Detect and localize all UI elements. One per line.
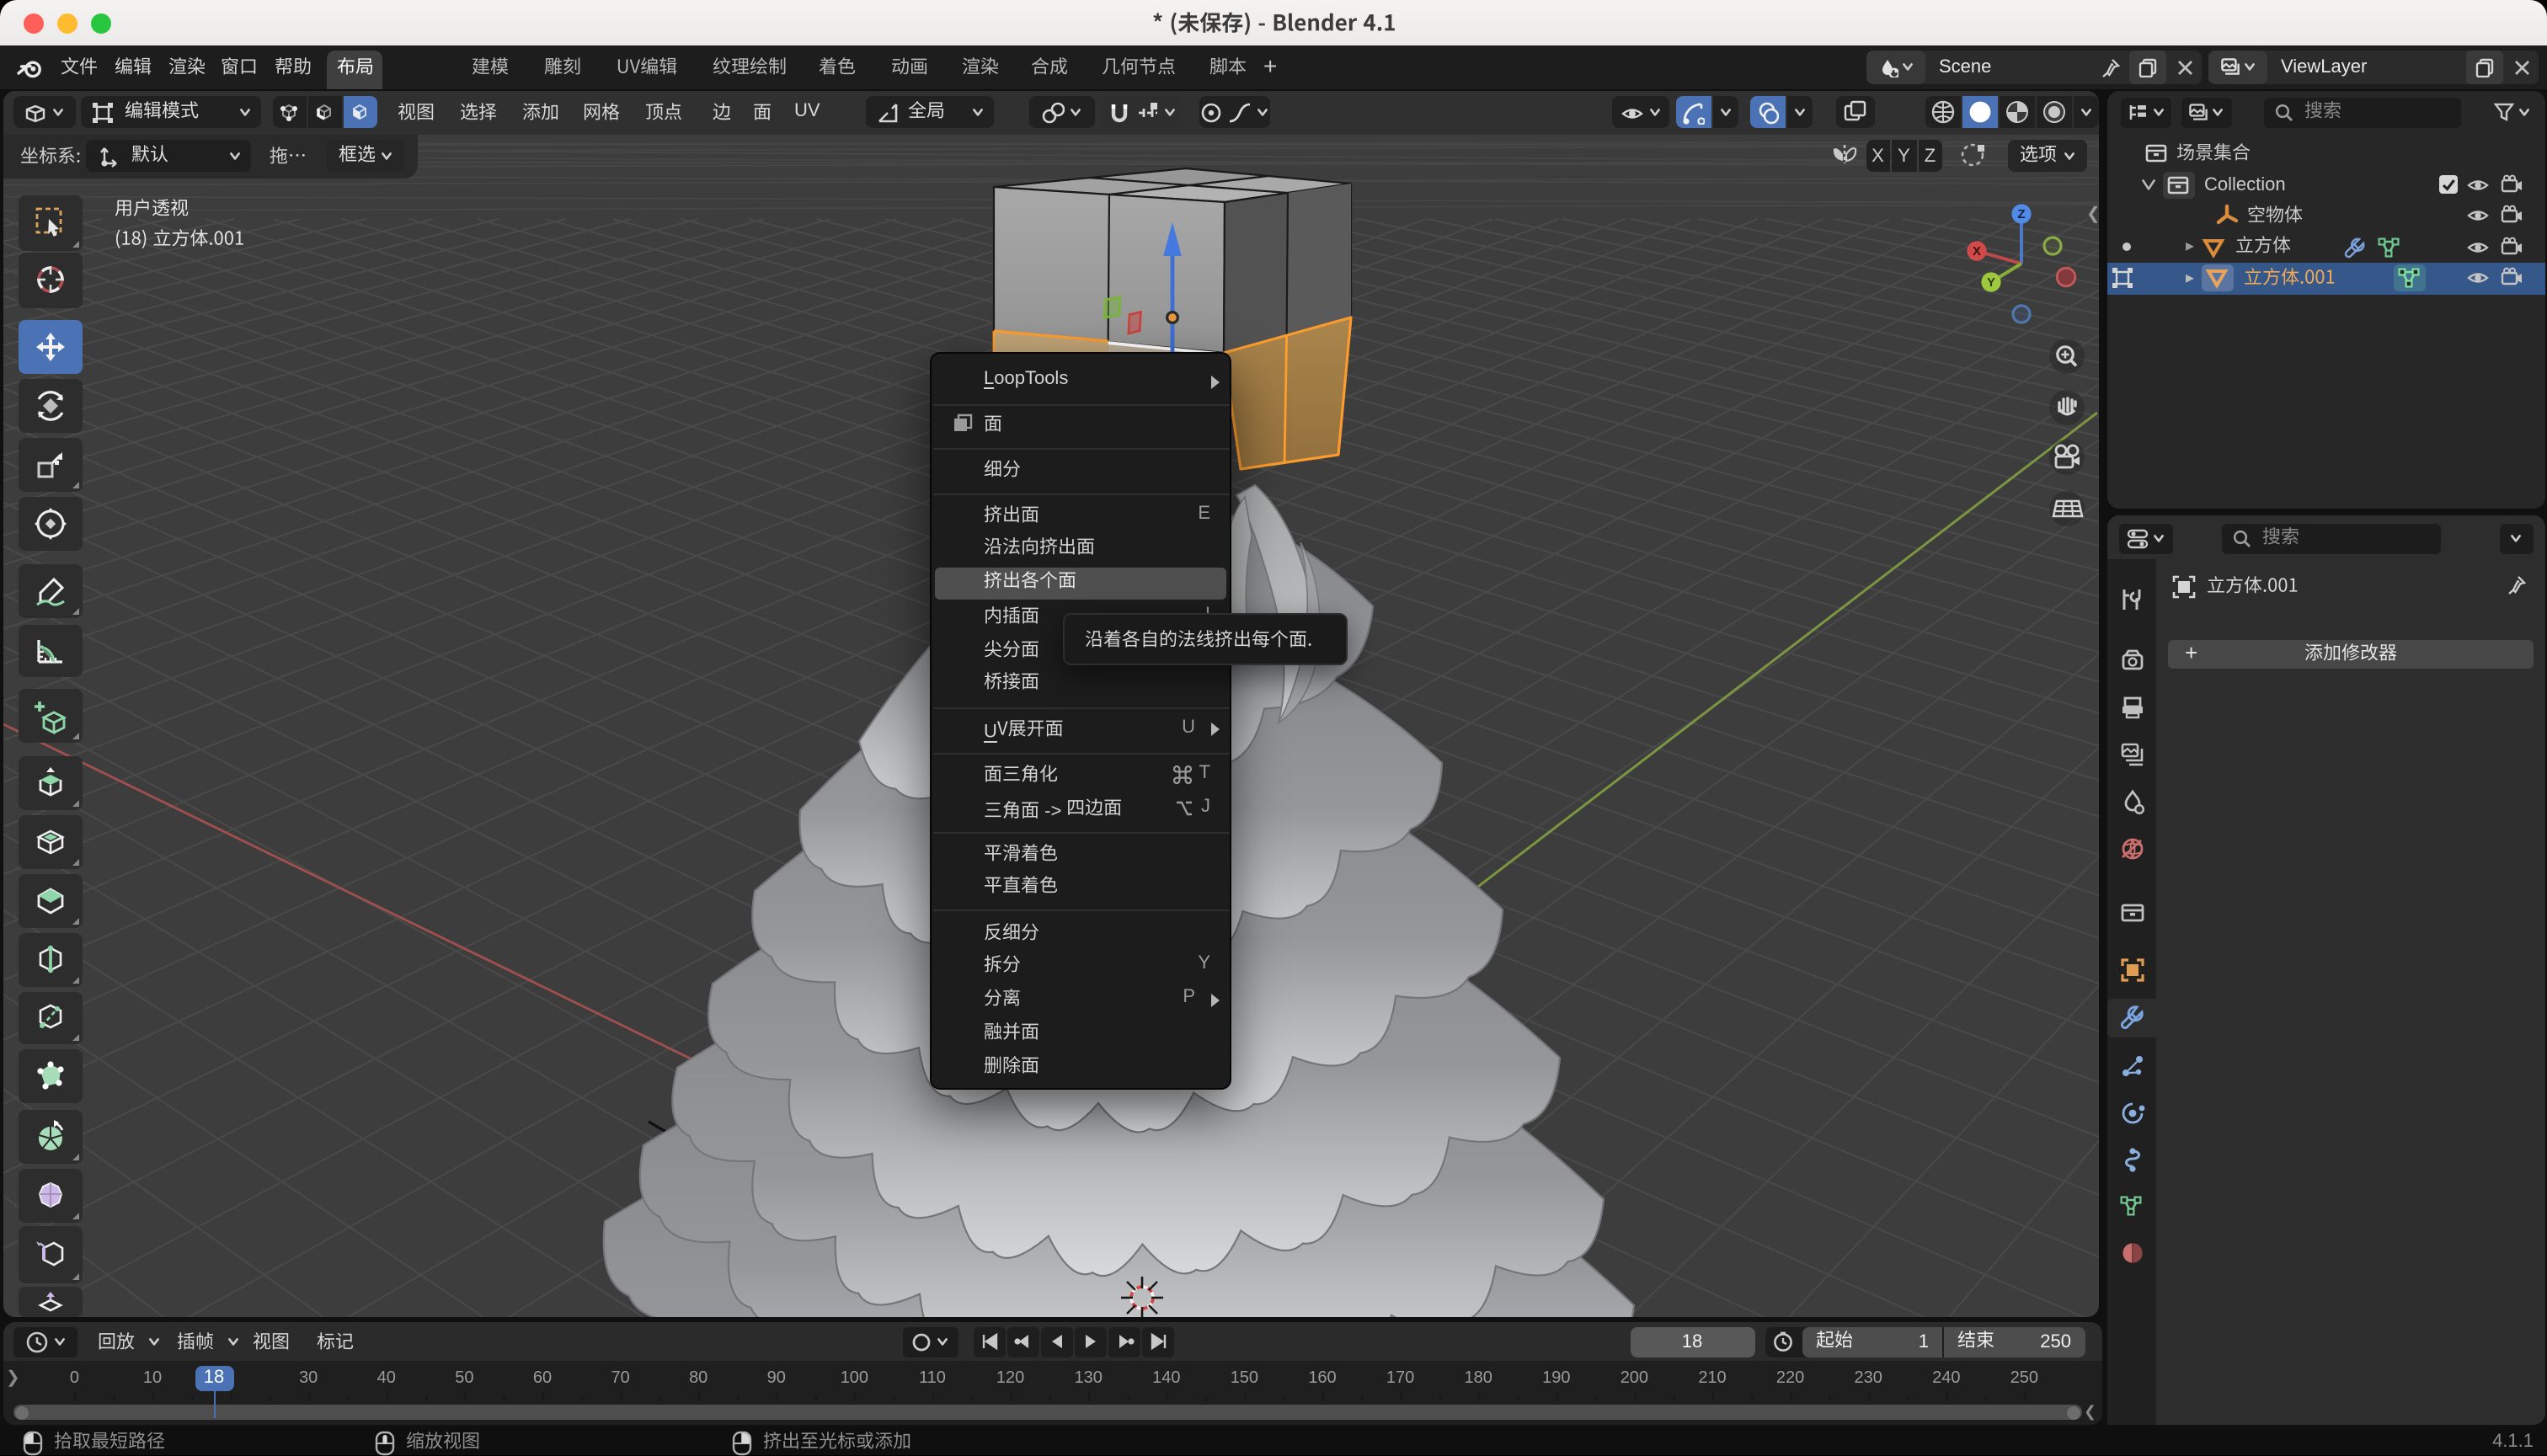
svg-text:X: X [1972, 244, 1980, 259]
svg-text:Z: Z [2016, 207, 2024, 221]
svg-text:Y: Y [1986, 275, 1994, 290]
